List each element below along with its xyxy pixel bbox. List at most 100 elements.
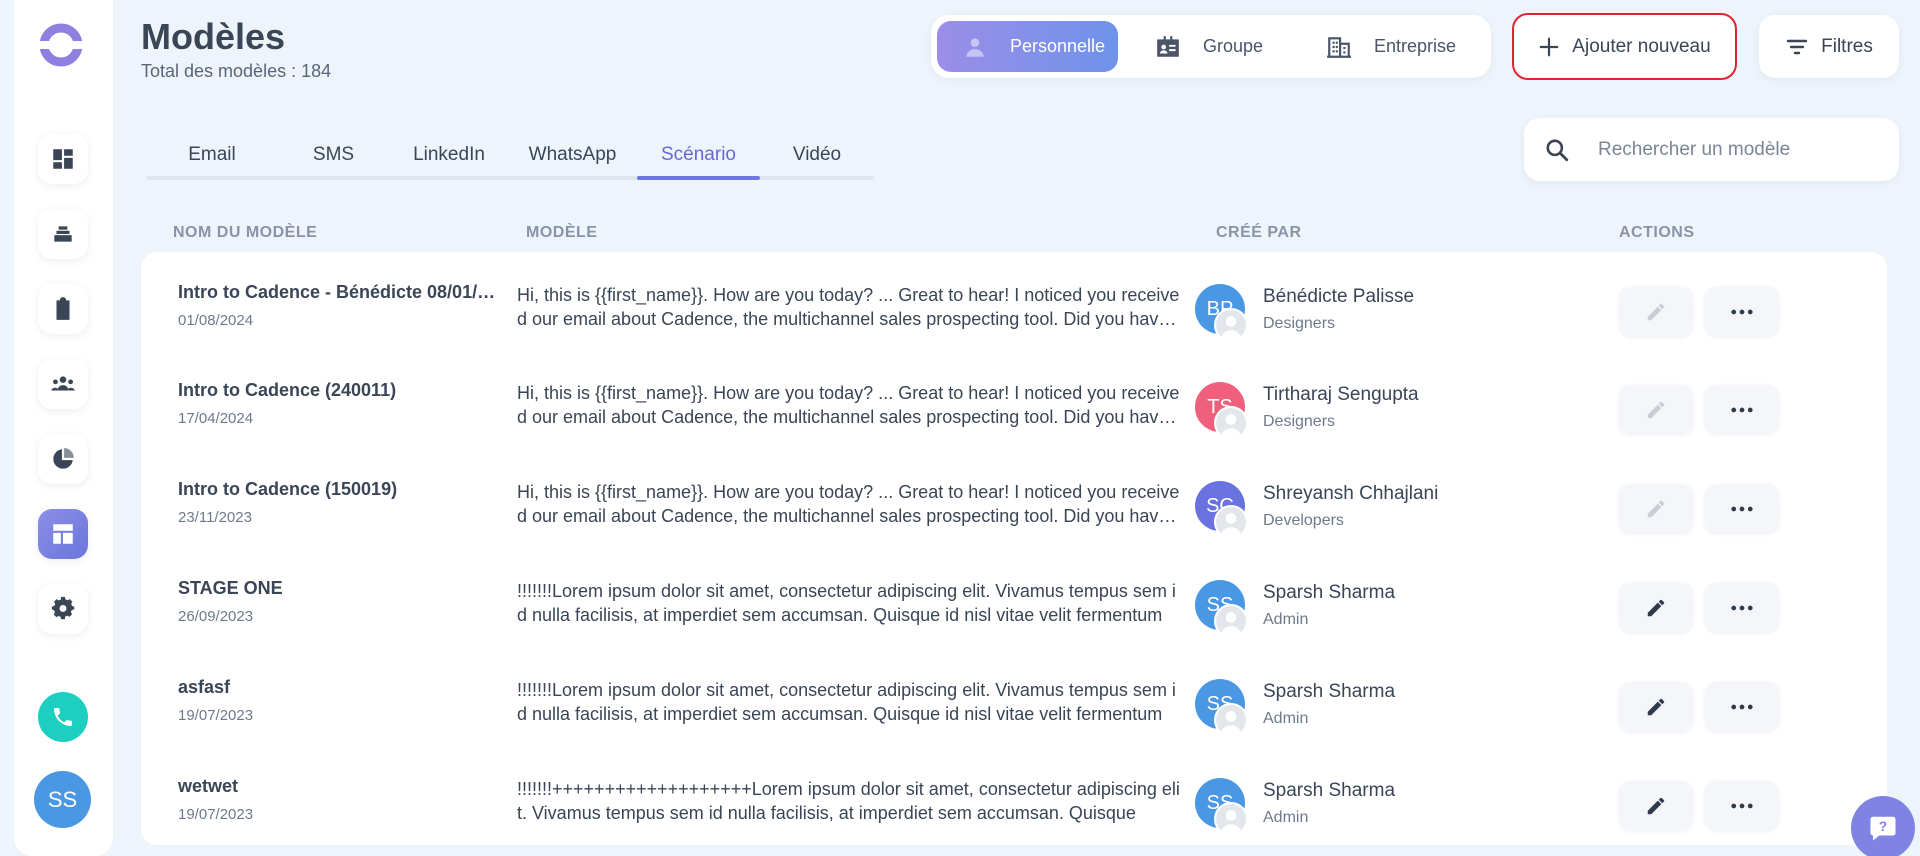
svg-text:?: ?	[1879, 819, 1887, 834]
add-new-button[interactable]: Ajouter nouveau	[1512, 13, 1737, 80]
creator-team: Designers	[1263, 413, 1336, 430]
more-icon	[1731, 506, 1753, 511]
plus-icon	[1539, 37, 1559, 56]
filter-icon	[1786, 39, 1808, 54]
tab-sms[interactable]: SMS	[277, 132, 390, 178]
template-date: 01/08/2024	[178, 312, 254, 329]
id-card-icon	[1157, 35, 1179, 57]
template-preview: !!!!!!!Lorem ipsum dolor sit amet, conse…	[517, 680, 1176, 724]
pencil-icon	[1647, 698, 1665, 715]
template-count: Total des modèles : 184	[141, 61, 332, 81]
user-avatar[interactable]: SS	[34, 771, 91, 828]
table-row[interactable]: STAGE ONE 26/09/2023 !!!!!!!Lorem ipsum …	[141, 548, 1887, 646]
creator-team: Admin	[1263, 611, 1309, 628]
edit-button[interactable]	[1619, 484, 1693, 533]
scope-entreprise[interactable]: Entreprise	[1326, 21, 1476, 72]
scope-selector: Personnelle Groupe Entreprise	[931, 15, 1491, 78]
more-options-button[interactable]	[1705, 287, 1779, 336]
more-icon	[1731, 803, 1753, 808]
nav-templates[interactable]	[38, 509, 88, 559]
sidebar: SS	[14, 0, 113, 856]
edit-button[interactable]	[1619, 287, 1693, 336]
nav-tasks[interactable]	[38, 284, 88, 334]
template-date: 19/07/2023	[178, 707, 254, 724]
pencil-icon	[1647, 500, 1665, 517]
filters-button[interactable]: Filtres	[1759, 15, 1899, 78]
page-title: Modèles	[141, 16, 286, 57]
table-row[interactable]: Intro to Cadence (240011) 17/04/2024 Hi,…	[141, 350, 1887, 448]
creator-name: Sparsh Sharma	[1263, 582, 1396, 603]
template-name: STAGE ONE	[178, 578, 283, 598]
creator-name: Shreyansh Chhajlani	[1263, 483, 1439, 504]
app-logo	[36, 23, 86, 67]
template-preview: Hi, this is {{first_name}}. How are you …	[517, 482, 1180, 526]
more-options-button[interactable]	[1705, 385, 1779, 434]
pencil-icon	[1647, 797, 1665, 814]
nav-people[interactable]	[38, 359, 88, 409]
tab-linkedin[interactable]: LinkedIn	[390, 132, 508, 178]
channel-tabs: Email SMS LinkedIn WhatsApp Scénario Vid…	[147, 132, 874, 180]
table-row[interactable]: Intro to Cadence - Bénédicte 08/01/2024 …	[141, 252, 1887, 350]
table-row[interactable]: Intro to Cadence (150019) 23/11/2023 Hi,…	[141, 449, 1887, 547]
more-options-button[interactable]	[1705, 583, 1779, 632]
user-placeholder-icon	[1214, 604, 1248, 638]
tab-video[interactable]: Vidéo	[760, 132, 874, 178]
scope-personnelle[interactable]: Personnelle	[937, 21, 1118, 72]
search-icon	[1546, 138, 1569, 161]
template-name: Intro to Cadence - Bénédicte 08/01/2024	[178, 282, 498, 302]
scope-label: Entreprise	[1374, 36, 1457, 56]
more-options-button[interactable]	[1705, 781, 1779, 830]
building-icon	[1327, 36, 1351, 58]
template-preview: Hi, this is {{first_name}}. How are you …	[517, 285, 1180, 329]
nav-reports[interactable]	[38, 434, 88, 484]
pencil-icon	[1647, 303, 1665, 320]
table-row[interactable]: wetwet 19/07/2023 !!!!!!!+++++++++++++++…	[141, 746, 1887, 844]
dashboard-icon	[53, 149, 73, 169]
creator-name: Tirtharaj Sengupta	[1263, 384, 1419, 405]
tab-scenario[interactable]: Scénario	[637, 132, 760, 178]
tab-whatsapp[interactable]: WhatsApp	[508, 132, 637, 178]
more-icon	[1731, 407, 1753, 412]
more-icon	[1731, 605, 1753, 610]
help-chat-button[interactable]: ?	[1851, 796, 1915, 856]
search-input[interactable]	[1598, 138, 1888, 161]
edit-button[interactable]	[1619, 682, 1693, 731]
creator-team: Developers	[1263, 512, 1344, 529]
templates-icon	[53, 524, 73, 544]
nav-dashboard[interactable]	[38, 134, 88, 184]
template-preview: !!!!!!!+++++++++++++++++++Lorem ipsum do…	[517, 779, 1180, 823]
nav-stack[interactable]	[38, 209, 88, 259]
creator-name: Sparsh Sharma	[1263, 681, 1396, 702]
add-new-label: Ajouter nouveau	[1572, 35, 1711, 57]
column-header-model: MODÈLE	[526, 224, 598, 241]
pencil-icon	[1647, 401, 1665, 418]
scope-groupe[interactable]: Groupe	[1155, 21, 1295, 72]
pencil-icon	[1647, 599, 1665, 616]
nav-settings[interactable]	[38, 584, 88, 634]
more-options-button[interactable]	[1705, 484, 1779, 533]
column-header-created-by: CRÉÉ PAR	[1216, 224, 1302, 241]
template-name: Intro to Cadence (240011)	[178, 380, 397, 400]
help-chat-icon: ?	[1870, 816, 1896, 841]
edit-button[interactable]	[1619, 583, 1693, 632]
template-date: 26/09/2023	[178, 608, 254, 625]
active-tab-indicator	[637, 176, 760, 180]
more-options-button[interactable]	[1705, 682, 1779, 731]
creator-team: Admin	[1263, 710, 1309, 727]
call-button[interactable]	[38, 692, 88, 742]
table-row[interactable]: asfasf 19/07/2023 !!!!!!!Lorem ipsum dol…	[141, 647, 1887, 745]
template-date: 23/11/2023	[178, 509, 252, 526]
edit-button[interactable]	[1619, 781, 1693, 830]
scope-label: Groupe	[1203, 36, 1264, 56]
search-box	[1524, 118, 1899, 181]
phone-icon	[54, 708, 72, 726]
stack-icon	[54, 226, 72, 242]
creator-name: Sparsh Sharma	[1263, 780, 1396, 801]
column-header-actions: ACTIONS	[1619, 224, 1695, 241]
user-placeholder-icon	[1214, 703, 1248, 737]
tab-email[interactable]: Email	[147, 132, 277, 178]
more-icon	[1731, 309, 1753, 314]
edit-button[interactable]	[1619, 385, 1693, 434]
template-name: Intro to Cadence (150019)	[178, 479, 398, 499]
user-placeholder-icon	[1214, 505, 1248, 539]
